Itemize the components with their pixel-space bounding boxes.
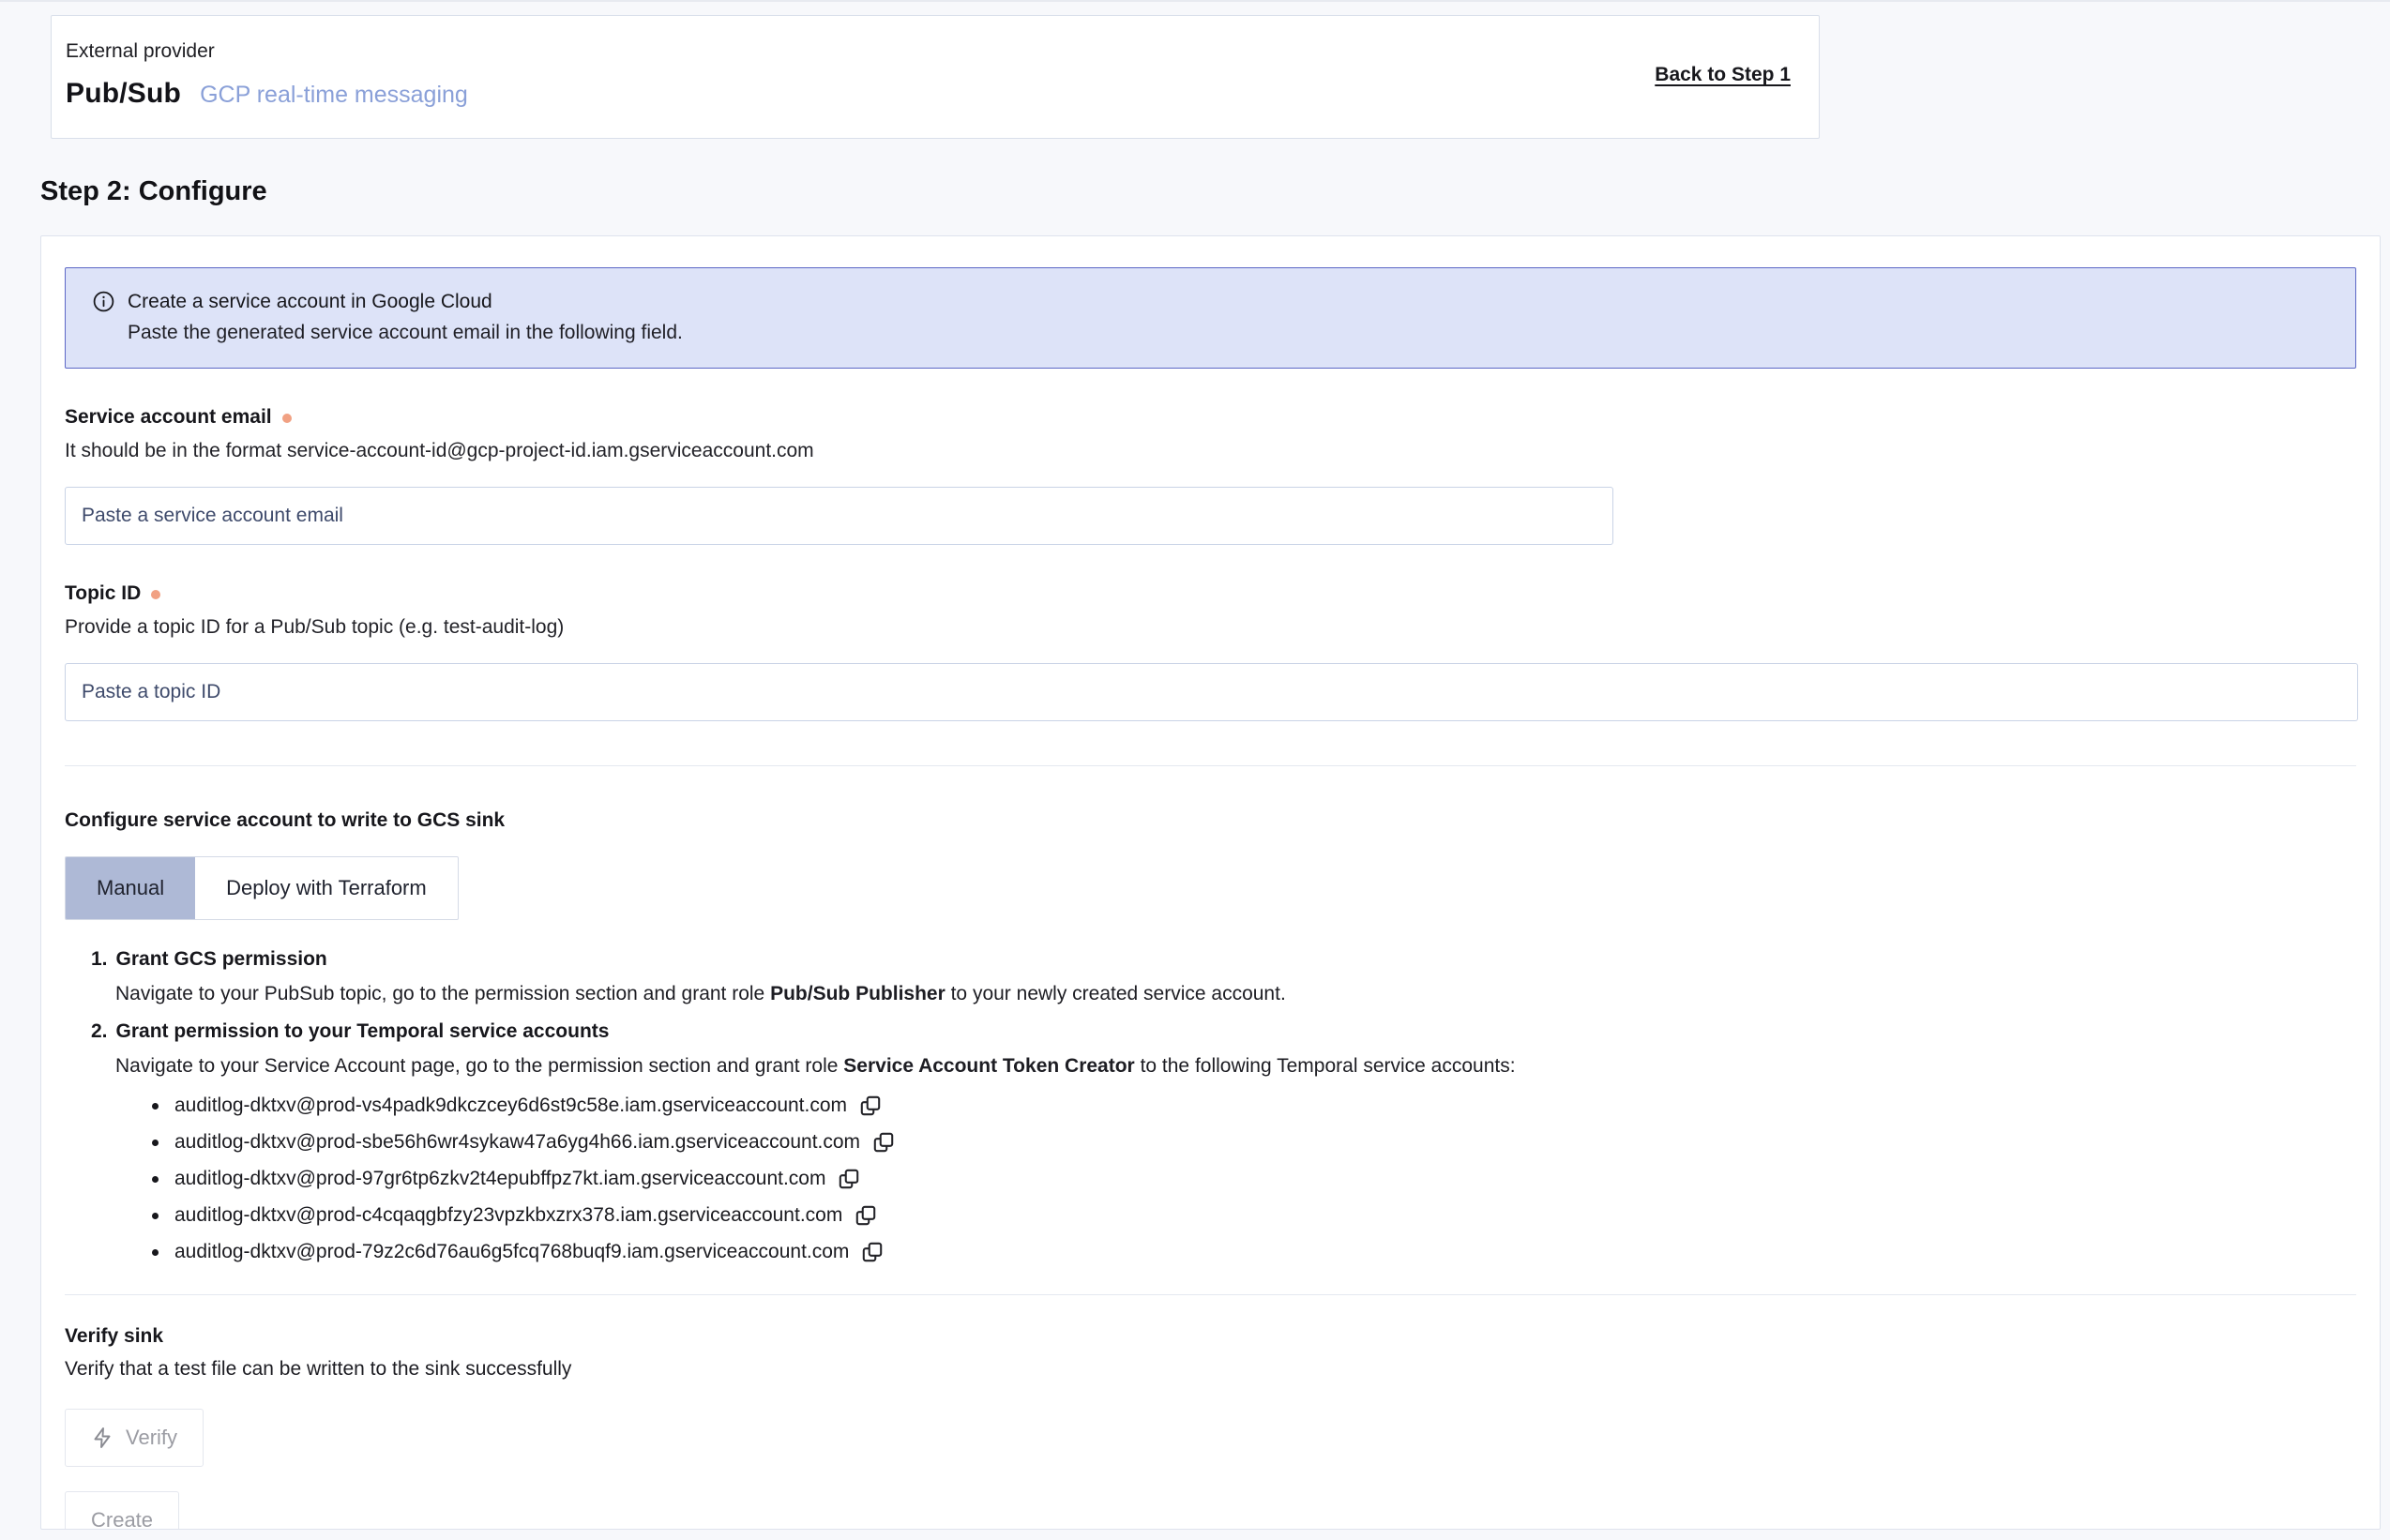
create-button-label: Create <box>91 1508 153 1530</box>
page-title: Step 2: Configure <box>40 176 2390 207</box>
info-banner-description: Paste the generated service account emai… <box>128 322 2329 344</box>
service-account-email-text: auditlog-dktxv@prod-sbe56h6wr4sykaw47a6y… <box>174 1131 860 1154</box>
service-account-email-text: auditlog-dktxv@prod-97gr6tp6zkv2t4epubff… <box>174 1168 825 1190</box>
copy-button[interactable] <box>871 1130 896 1155</box>
topic-id-label: Topic ID <box>65 582 141 605</box>
verify-button-label: Verify <box>126 1426 177 1450</box>
manual-steps: 1. Grant GCS permission Navigate to your… <box>91 948 2356 1264</box>
provider-eyebrow: External provider <box>66 40 468 63</box>
info-banner-title: Create a service account in Google Cloud <box>128 291 492 313</box>
provider-header-card: External provider Pub/Sub GCP real-time … <box>51 15 1820 139</box>
create-button[interactable]: Create <box>65 1491 179 1530</box>
verify-sink-description: Verify that a test file can be written t… <box>65 1358 2356 1381</box>
service-account-email-text: auditlog-dktxv@prod-c4cqaqgbfzy23vpzkbxz… <box>174 1204 842 1227</box>
step-1-title: 1. Grant GCS permission <box>91 948 2356 971</box>
info-circle-icon <box>92 290 115 313</box>
service-account-email-text: auditlog-dktxv@prod-vs4padk9dkczcey6d6st… <box>174 1095 847 1117</box>
topic-id-field-group: Topic ID Provide a topic ID for a Pub/Su… <box>65 582 2356 721</box>
topic-id-input[interactable] <box>65 663 2358 721</box>
bullet-icon <box>152 1249 159 1256</box>
section-divider <box>65 765 2356 766</box>
bullet-icon <box>152 1103 159 1110</box>
verify-sink-title: Verify sink <box>65 1325 2356 1348</box>
back-to-step-1-link[interactable]: Back to Step 1 <box>1655 64 1791 86</box>
temporal-service-account-list: auditlog-dktxv@prod-vs4padk9dkczcey6d6st… <box>152 1094 2356 1264</box>
sink-method-tabs: Manual Deploy with Terraform <box>65 856 459 920</box>
copy-icon <box>854 1203 878 1228</box>
copy-icon <box>858 1094 883 1118</box>
service-account-email-hint: It should be in the format service-accou… <box>65 440 2356 462</box>
step-1-body: Navigate to your PubSub topic, go to the… <box>115 983 2356 1005</box>
list-item: auditlog-dktxv@prod-79z2c6d76au6g5fcq768… <box>152 1240 2356 1264</box>
provider-row: Pub/Sub GCP real-time messaging <box>66 78 468 110</box>
copy-button[interactable] <box>860 1240 885 1264</box>
configure-card: Create a service account in Google Cloud… <box>40 235 2381 1530</box>
provider-info: External provider Pub/Sub GCP real-time … <box>66 40 468 110</box>
required-dot-icon <box>151 590 160 599</box>
list-item: auditlog-dktxv@prod-vs4padk9dkczcey6d6st… <box>152 1094 2356 1118</box>
info-banner: Create a service account in Google Cloud… <box>65 267 2356 369</box>
bullet-icon <box>152 1176 159 1183</box>
service-account-email-text: auditlog-dktxv@prod-79z2c6d76au6g5fcq768… <box>174 1241 849 1263</box>
step-2-title: 2. Grant permission to your Temporal ser… <box>91 1020 2356 1043</box>
verify-button[interactable]: Verify <box>65 1409 204 1467</box>
tab-manual[interactable]: Manual <box>66 857 195 919</box>
service-account-email-field-group: Service account email It should be in th… <box>65 406 2356 545</box>
copy-button[interactable] <box>837 1167 861 1191</box>
copy-icon <box>871 1130 896 1155</box>
zap-icon <box>91 1427 113 1449</box>
provider-tagline: GCP real-time messaging <box>200 82 468 109</box>
list-item: auditlog-dktxv@prod-sbe56h6wr4sykaw47a6y… <box>152 1130 2356 1155</box>
step-2-body: Navigate to your Service Account page, g… <box>115 1055 2356 1078</box>
service-account-email-label: Service account email <box>65 406 272 429</box>
copy-button[interactable] <box>858 1094 883 1118</box>
bullet-icon <box>152 1140 159 1146</box>
list-item: auditlog-dktxv@prod-97gr6tp6zkv2t4epubff… <box>152 1167 2356 1191</box>
copy-icon <box>837 1167 861 1191</box>
section-divider <box>65 1294 2356 1295</box>
copy-icon <box>860 1240 885 1264</box>
bullet-icon <box>152 1213 159 1219</box>
topic-id-hint: Provide a topic ID for a Pub/Sub topic (… <box>65 616 2356 639</box>
sink-section-title: Configure service account to write to GC… <box>65 809 2356 832</box>
required-dot-icon <box>282 414 292 423</box>
list-item: auditlog-dktxv@prod-c4cqaqgbfzy23vpzkbxz… <box>152 1203 2356 1228</box>
service-account-email-input[interactable] <box>65 487 1613 545</box>
copy-button[interactable] <box>854 1203 878 1228</box>
provider-name: Pub/Sub <box>66 78 181 110</box>
tab-deploy-with-terraform[interactable]: Deploy with Terraform <box>195 857 458 919</box>
